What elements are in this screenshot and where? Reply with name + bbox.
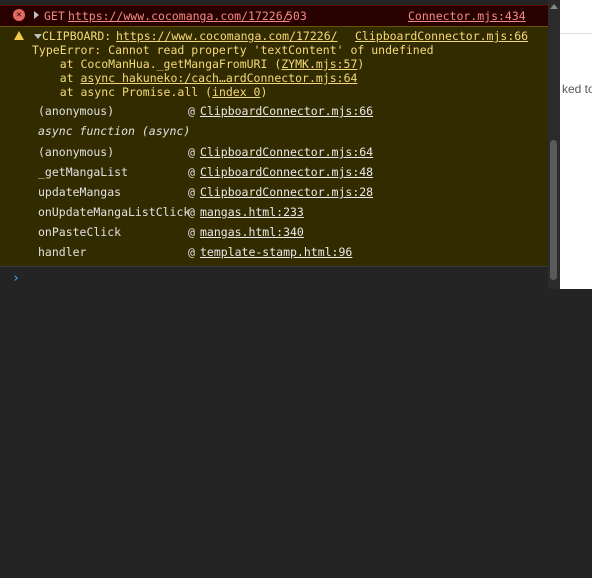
warning-source-link[interactable]: ClipboardConnector.mjs:66 [355,29,528,43]
function-name: (anonymous) [38,145,115,159]
trace-row: updateMangas [38,185,121,199]
trace-row: (anonymous) [38,104,114,118]
prompt-chevron-icon: › [12,271,20,286]
function-name: updateMangas [38,185,122,199]
error-message[interactable]: ✕ GET https://www.cocomanga.com/17226/ 5… [0,5,548,27]
divider [560,33,592,34]
warning-icon [14,31,24,40]
scroll-thumb[interactable] [550,140,557,280]
error-text: TypeError: Cannot read property 'textCon… [32,43,434,57]
console-prompt[interactable]: › [0,266,548,290]
function-name: (anonymous) [38,104,115,118]
status-code: 503 [286,9,307,23]
console-panel: ✕ GET https://www.cocomanga.com/17226/ 5… [0,0,548,290]
request-method: GET [44,9,65,23]
scroll-up-arrow-icon[interactable] [550,4,558,9]
warning-url[interactable]: https://www.cocomanga.com/17226/ [116,29,338,43]
at-symbol: @ [188,104,195,118]
trace-link[interactable]: ClipboardConnector.mjs:48 [200,165,373,179]
trace-link[interactable]: mangas.html:340 [200,225,304,239]
trace-link[interactable]: template-stamp.html:96 [200,245,352,259]
function-name: handler [38,245,87,259]
trace-link[interactable]: mangas.html:233 [200,205,304,219]
trace-link[interactable]: ClipboardConnector.mjs:64 [200,145,373,159]
trace-row: handler [38,245,86,259]
scrollbar[interactable] [548,0,560,289]
expand-arrow-icon[interactable] [34,11,39,19]
stack-link[interactable]: async hakuneko:/cach…ardConnector.mjs:64 [80,71,357,85]
trace-link[interactable]: ClipboardConnector.mjs:66 [200,104,373,118]
stack-line: at async Promise.all (index 0) [32,85,268,99]
warning-prefix: CLIPBOARD: [42,29,112,43]
truncated-text: ked to [562,82,592,96]
trace-row: (anonymous) [38,145,114,159]
trace-row: _getMangaList [38,165,128,179]
stack-line: at async hakuneko:/cach…ardConnector.mjs… [32,71,358,85]
right-panel: ked to [560,0,592,289]
trace-row: onPasteClick [38,225,121,239]
stack-link[interactable]: index 0 [212,85,260,99]
at-symbol: @ [188,165,195,179]
function-name: _getMangaList [38,165,129,179]
async-separator: async function (async) [38,124,191,138]
trace-row: onUpdateMangaListClick [38,205,190,219]
error-icon: ✕ [13,9,25,21]
at-symbol: @ [188,245,195,259]
at-symbol: @ [188,205,195,219]
stack-line: at CocoManHua._getMangaFromURI (ZYMK.mjs… [32,57,365,71]
at-symbol: @ [188,185,195,199]
stack-link[interactable]: ZYMK.mjs:57 [281,57,357,71]
at-symbol: @ [188,225,195,239]
at-symbol: @ [188,145,195,159]
collapse-arrow-icon[interactable] [34,34,42,39]
function-name: onUpdateMangaListClick [38,205,191,219]
trace-link[interactable]: ClipboardConnector.mjs:28 [200,185,373,199]
error-source-link[interactable]: Connector.mjs:434 [408,9,526,23]
function-name: onPasteClick [38,225,122,239]
request-url[interactable]: https://www.cocomanga.com/17226/ [68,9,290,23]
warning-message: CLIPBOARD: https://www.cocomanga.com/172… [0,26,548,268]
